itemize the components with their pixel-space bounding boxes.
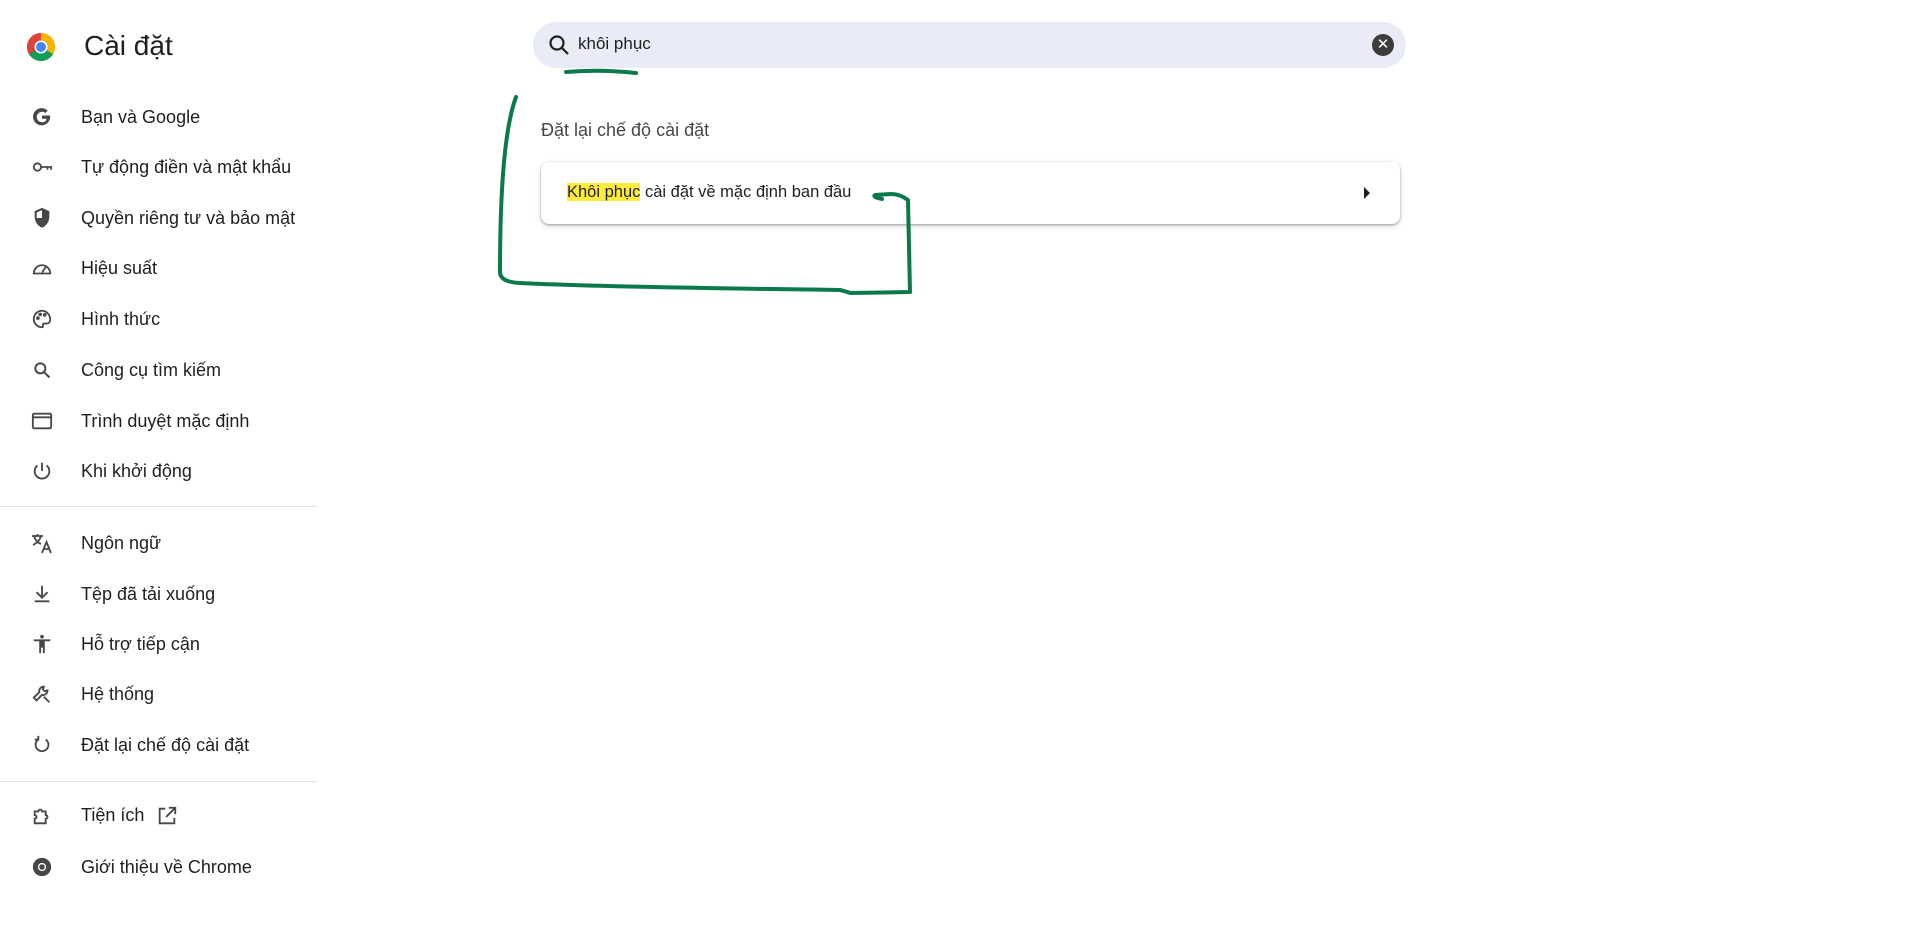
sidebar-item-label: Tệp đã tải xuống <box>81 583 216 604</box>
sidebar-item-label: Tự động điền và mật khẩu <box>81 156 292 177</box>
reset-icon <box>30 733 54 757</box>
sidebar-item-label: Hỗ trợ tiếp cận <box>81 633 200 654</box>
sidebar-item-label: Trình duyệt mặc định <box>81 410 250 431</box>
sidebar-item-system[interactable]: Hệ thống <box>0 674 317 714</box>
sidebar-item-label: Ngôn ngữ <box>81 532 162 553</box>
extension-icon <box>30 804 54 828</box>
sidebar-item-label: Đặt lại chế độ cài đặt <box>81 734 250 755</box>
search-highlight: Khôi phục <box>567 183 641 201</box>
section-title: Đặt lại chế độ cài đặt <box>541 120 710 140</box>
sidebar-item-privacy[interactable]: Quyền riêng tư và bảo mật <box>0 198 317 238</box>
search-value[interactable]: khôi phục <box>578 34 651 54</box>
sidebar-item-you-and-google[interactable]: Bạn và Google <box>0 97 317 137</box>
close-icon[interactable]: ✕ <box>1372 34 1394 56</box>
sidebar-item-about-chrome[interactable]: Giới thiệu về Chrome <box>0 847 317 887</box>
sidebar-item-label: Công cụ tìm kiếm <box>81 359 222 380</box>
external-link-icon <box>159 806 177 825</box>
reset-to-defaults-row[interactable]: Khôi phục cài đặt về mặc định ban đầu <box>541 162 1400 224</box>
sidebar-divider <box>0 506 317 507</box>
sidebar-item-reset-settings[interactable]: Đặt lại chế độ cài đặt <box>0 725 317 765</box>
power-icon <box>30 459 54 483</box>
google-icon <box>30 105 54 129</box>
reset-to-defaults-label: Khôi phục cài đặt về mặc định ban đầu <box>567 183 852 201</box>
sidebar-item-search-engine[interactable]: Công cụ tìm kiếm <box>0 350 317 390</box>
sidebar-item-autofill[interactable]: Tự động điền và mật khẩu <box>0 147 317 187</box>
sidebar-item-accessibility[interactable]: Hỗ trợ tiếp cận <box>0 624 317 664</box>
sidebar-item-label: Quyền riêng tư và bảo mật <box>81 207 296 228</box>
sidebar-divider <box>0 781 317 782</box>
chrome-icon <box>30 855 54 879</box>
page-title: Cài đặt <box>84 30 173 61</box>
sidebar-item-label: Khi khởi động <box>81 460 192 481</box>
palette-icon <box>30 307 54 331</box>
shield-icon <box>30 206 54 230</box>
sidebar-item-extensions[interactable]: Tiện ích <box>0 796 317 836</box>
wrench-icon <box>30 682 54 706</box>
accessibility-icon <box>30 632 54 656</box>
sidebar-item-label: Tiện ích <box>81 805 178 827</box>
sidebar-item-languages[interactable]: Ngôn ngữ <box>0 523 317 563</box>
download-icon <box>30 582 54 606</box>
chrome-logo <box>27 33 55 61</box>
search-input[interactable]: khôi phục ✕ <box>533 22 1406 68</box>
search-icon <box>549 35 569 55</box>
translate-icon <box>30 531 54 555</box>
sidebar-item-label: Hình thức <box>81 308 161 329</box>
sidebar-item-appearance[interactable]: Hình thức <box>0 299 317 339</box>
search-icon <box>30 358 54 382</box>
speedometer-icon <box>30 256 54 280</box>
arrow-right-icon <box>1364 187 1370 199</box>
sidebar-item-on-startup[interactable]: Khi khởi động <box>0 451 317 491</box>
sidebar-item-label: Hiệu suất <box>81 257 158 278</box>
sidebar-item-downloads[interactable]: Tệp đã tải xuống <box>0 574 317 614</box>
annotation-underline <box>564 68 638 75</box>
sidebar-item-performance[interactable]: Hiệu suất <box>0 248 317 288</box>
sidebar-item-label: Hệ thống <box>81 683 155 704</box>
browser-window-icon <box>30 409 54 433</box>
sidebar-item-label: Giới thiệu về Chrome <box>81 856 252 877</box>
key-icon <box>30 155 54 179</box>
sidebar-item-default-browser[interactable]: Trình duyệt mặc định <box>0 401 317 441</box>
sidebar-item-label: Bạn và Google <box>81 106 201 127</box>
